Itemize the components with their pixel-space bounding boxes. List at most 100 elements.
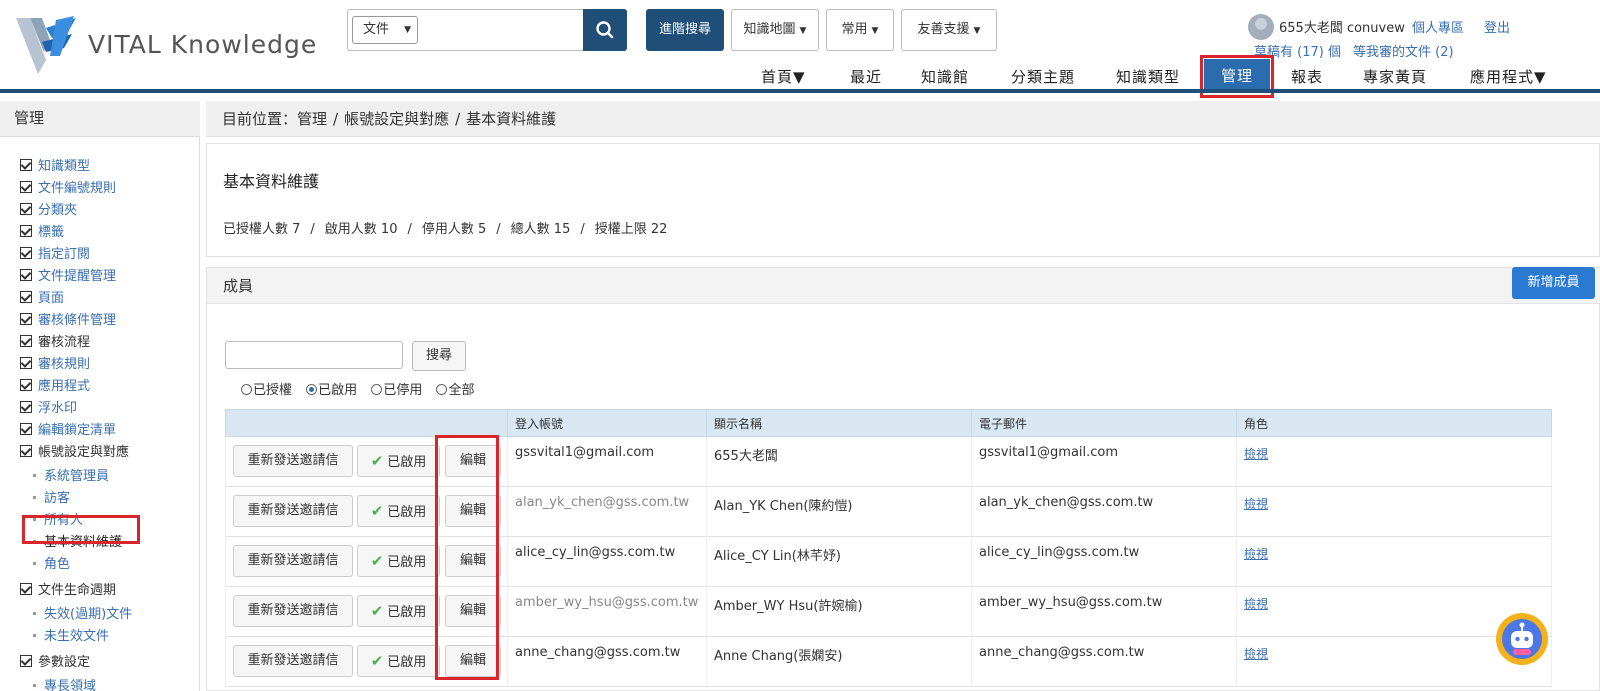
sidebar-item-pages[interactable]: 頁面 [20, 287, 64, 306]
sidebar-item-subscriptions[interactable]: 指定訂閱 [20, 243, 90, 262]
resend-invite-button[interactable]: 重新發送邀請信 [233, 495, 353, 527]
search-button[interactable] [583, 9, 627, 51]
stat-sep: / [407, 222, 412, 237]
sidebar-item-label: 浮水印 [38, 401, 78, 416]
personal-area-link[interactable]: 個人專區 [1412, 17, 1464, 36]
nav-apps[interactable]: 應用程式▼ [1470, 66, 1547, 90]
sidebar-item-review-rules[interactable]: 審核規則 [20, 353, 90, 372]
nav-reports[interactable]: 報表 [1291, 66, 1323, 90]
avatar[interactable] [1248, 14, 1274, 40]
resend-invite-button[interactable]: 重新發送邀請信 [233, 445, 353, 477]
sidebar-item-apps[interactable]: 應用程式 [20, 375, 90, 394]
view-role-link[interactable]: 檢視 [1244, 497, 1268, 511]
view-role-link[interactable]: 檢視 [1244, 647, 1268, 661]
stat-enabled: 啟用人數 10 [324, 222, 398, 237]
chevron-down-icon: ▼ [871, 26, 879, 36]
sidebar-item-tags[interactable]: 標籤 [20, 221, 64, 240]
sidebar-item-knowledge-types[interactable]: 知識類型 [20, 155, 90, 174]
sidebar-sub-guest[interactable]: 訪客 [33, 487, 70, 506]
robot-icon [1502, 619, 1542, 659]
bullet-icon [33, 562, 36, 565]
checkbox-icon [20, 401, 32, 413]
enabled-label: 已啟用 [387, 605, 427, 620]
cell-display-name: 655大老闆 [706, 437, 971, 487]
enabled-button[interactable]: ✔ 已啟用 [357, 595, 440, 627]
radio-icon [241, 384, 252, 395]
checkbox-icon [20, 445, 32, 457]
enabled-button[interactable]: ✔ 已啟用 [357, 445, 440, 477]
sidebar-sub-expertise[interactable]: 專長領域 [33, 675, 96, 691]
sidebar-sub-sysadmin[interactable]: 系統管理員 [33, 465, 109, 484]
sidebar-item-reminders[interactable]: 文件提醒管理 [20, 265, 116, 284]
table-row: 重新發送邀請信 ✔ 已啟用 編輯 alice_cy_lin@gss.com.tw … [225, 537, 1552, 587]
check-icon: ✔ [370, 652, 384, 670]
filter-disabled[interactable]: 已停用 [371, 379, 422, 398]
cell-account: alice_cy_lin@gss.com.tw [507, 537, 706, 587]
view-role-link[interactable]: 檢視 [1244, 547, 1268, 561]
advanced-search-button[interactable]: 進階搜尋 [646, 9, 724, 51]
members-panel: 成員 新增成員 搜尋 已授權 已啟用 已停用 全部 登入帳號 顯示名稱 電子郵件… [206, 267, 1600, 691]
cell-account: gssvital1@gmail.com [507, 437, 706, 487]
nav-topics[interactable]: 分類主題 [1011, 66, 1075, 90]
logout-link[interactable]: 登出 [1484, 17, 1510, 36]
checkbox-icon [20, 313, 32, 325]
member-search-button[interactable]: 搜尋 [412, 341, 466, 371]
sidebar-item-folders[interactable]: 分類夾 [20, 199, 77, 218]
sidebar-sub-not-effective[interactable]: 未生效文件 [33, 625, 109, 644]
sidebar-item-label: 編輯鎖定清單 [38, 423, 117, 438]
highlight-box [435, 435, 499, 680]
knowledge-map-dropdown[interactable]: 知識地圖 ▼ [731, 9, 819, 51]
view-role-link[interactable]: 檢視 [1244, 597, 1268, 611]
nav-library[interactable]: 知識館 [921, 66, 969, 90]
search-scope-select[interactable]: 文件 ▼ [352, 16, 418, 44]
info-panel: 基本資料維護 已授權人數 7 / 啟用人數 10 / 停用人數 5 / 總人數 15 / 授權上… [206, 143, 1600, 257]
resend-invite-button[interactable]: 重新發送邀請信 [233, 595, 353, 627]
radio-icon [371, 384, 383, 395]
sidebar-item-lifecycle[interactable]: 文件生命週期 [20, 579, 116, 598]
common-label: 常用 [841, 22, 868, 37]
filter-enabled[interactable]: 已啟用 [306, 379, 357, 398]
resend-invite-button[interactable]: 重新發送邀請信 [233, 545, 353, 577]
chatbot-button[interactable] [1496, 613, 1548, 665]
pending-review-link[interactable]: 等我審的文件 (2) [1353, 41, 1454, 60]
sidebar-item-numbering-rules[interactable]: 文件編號規則 [20, 177, 116, 196]
robot-face-icon [1511, 622, 1533, 655]
breadcrumb-prefix[interactable]: 目前位置：管理 [222, 110, 327, 128]
filter-all[interactable]: 全部 [436, 379, 474, 398]
breadcrumb-level2[interactable]: 帳號設定與對應 [344, 110, 449, 128]
cell-role: 檢視 [1236, 437, 1553, 487]
sidebar-item-review-flow[interactable]: 審核流程 [20, 331, 90, 350]
view-role-link[interactable]: 檢視 [1244, 447, 1268, 461]
bullet-icon [33, 496, 36, 499]
sidebar-item-watermark[interactable]: 浮水印 [20, 397, 77, 416]
sidebar-sub-expired[interactable]: 失效(過期)文件 [33, 603, 132, 622]
sidebar-sub-roles[interactable]: 角色 [33, 553, 70, 572]
nav-recent[interactable]: 最近 [850, 66, 882, 90]
stat-authorized: 已授權人數 7 [223, 222, 301, 237]
nav-types[interactable]: 知識類型 [1116, 66, 1180, 90]
sidebar-item-label: 知識類型 [38, 159, 91, 174]
member-search-input[interactable] [225, 341, 403, 369]
check-icon: ✔ [370, 502, 384, 520]
filter-authorized[interactable]: 已授權 [241, 379, 292, 398]
resend-invite-button[interactable]: 重新發送邀請信 [233, 645, 353, 677]
sidebar-item-params[interactable]: 參數設定 [20, 651, 90, 670]
sidebar-item-label: 應用程式 [38, 379, 91, 394]
sidebar-item-review-conditions[interactable]: 審核條件管理 [20, 309, 116, 328]
add-member-button[interactable]: 新增成員 [1512, 267, 1595, 299]
sidebar-item-account-settings[interactable]: 帳號設定與對應 [20, 441, 129, 460]
nav-home[interactable]: 首頁▼ [761, 66, 806, 90]
checkbox-icon [20, 203, 32, 215]
sidebar-item-edit-lock[interactable]: 編輯鎖定清單 [20, 419, 116, 438]
nav-experts[interactable]: 專家黃頁 [1363, 66, 1427, 90]
common-dropdown[interactable]: 常用 ▼ [826, 9, 894, 51]
support-dropdown[interactable]: 友善支援 ▼ [901, 9, 997, 51]
sidebar-item-label: 指定訂閱 [38, 247, 91, 262]
stat-sep: / [580, 222, 585, 237]
enabled-button[interactable]: ✔ 已啟用 [357, 545, 440, 577]
table-header: 登入帳號 顯示名稱 電子郵件 角色 [225, 409, 1552, 438]
enabled-button[interactable]: ✔ 已啟用 [357, 645, 440, 677]
enabled-button[interactable]: ✔ 已啟用 [357, 495, 440, 527]
cell-email: amber_wy_hsu@gss.com.tw [971, 587, 1236, 637]
chevron-down-icon: ▼ [799, 26, 807, 36]
